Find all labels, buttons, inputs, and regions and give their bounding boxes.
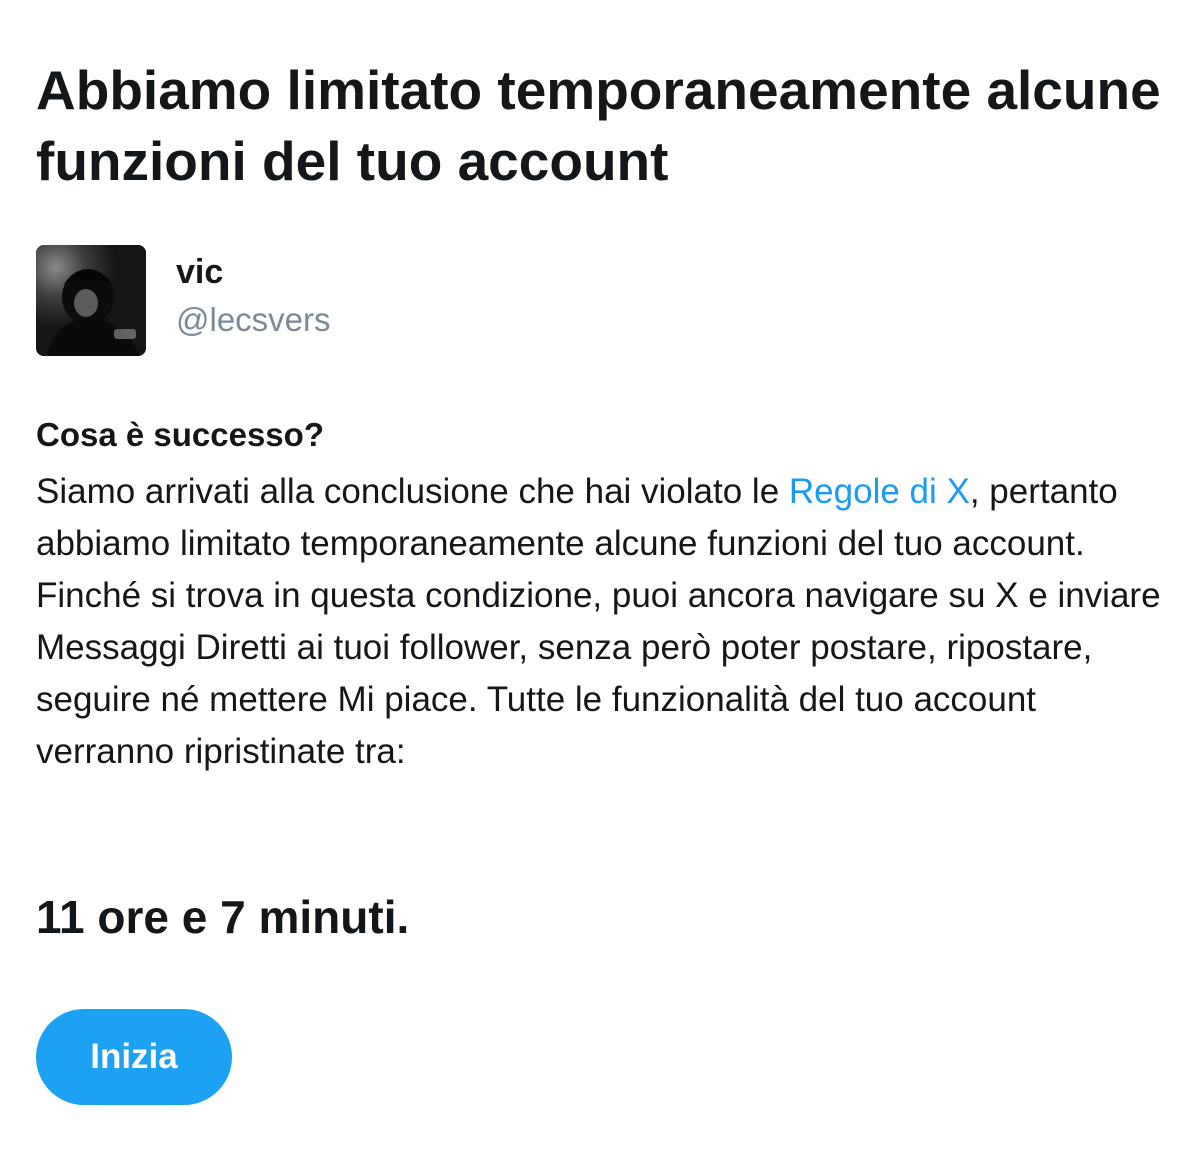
account-card: vic @lecsvers <box>36 245 736 357</box>
explanation-text-start: Siamo arrivati alla conclusione che hai … <box>36 472 789 511</box>
explanation-text: Siamo arrivati alla conclusione che hai … <box>36 466 1161 778</box>
display-name[interactable]: vic <box>176 251 223 293</box>
avatar <box>36 245 146 356</box>
restriction-countdown: 11 ore e 7 minuti. <box>36 891 410 943</box>
avatar-photo <box>36 245 146 356</box>
page-title: Abbiamo limitato temporaneamente alcune … <box>36 59 1161 192</box>
rules-link[interactable]: Regole di X <box>789 472 970 511</box>
account-handle[interactable]: @lecsvers <box>176 299 331 341</box>
start-button[interactable]: Inizia <box>36 1009 232 1105</box>
explanation-text-end: , pertanto abbiamo limitato temporaneame… <box>36 472 1161 771</box>
section-heading: Cosa è successo? <box>36 416 324 453</box>
